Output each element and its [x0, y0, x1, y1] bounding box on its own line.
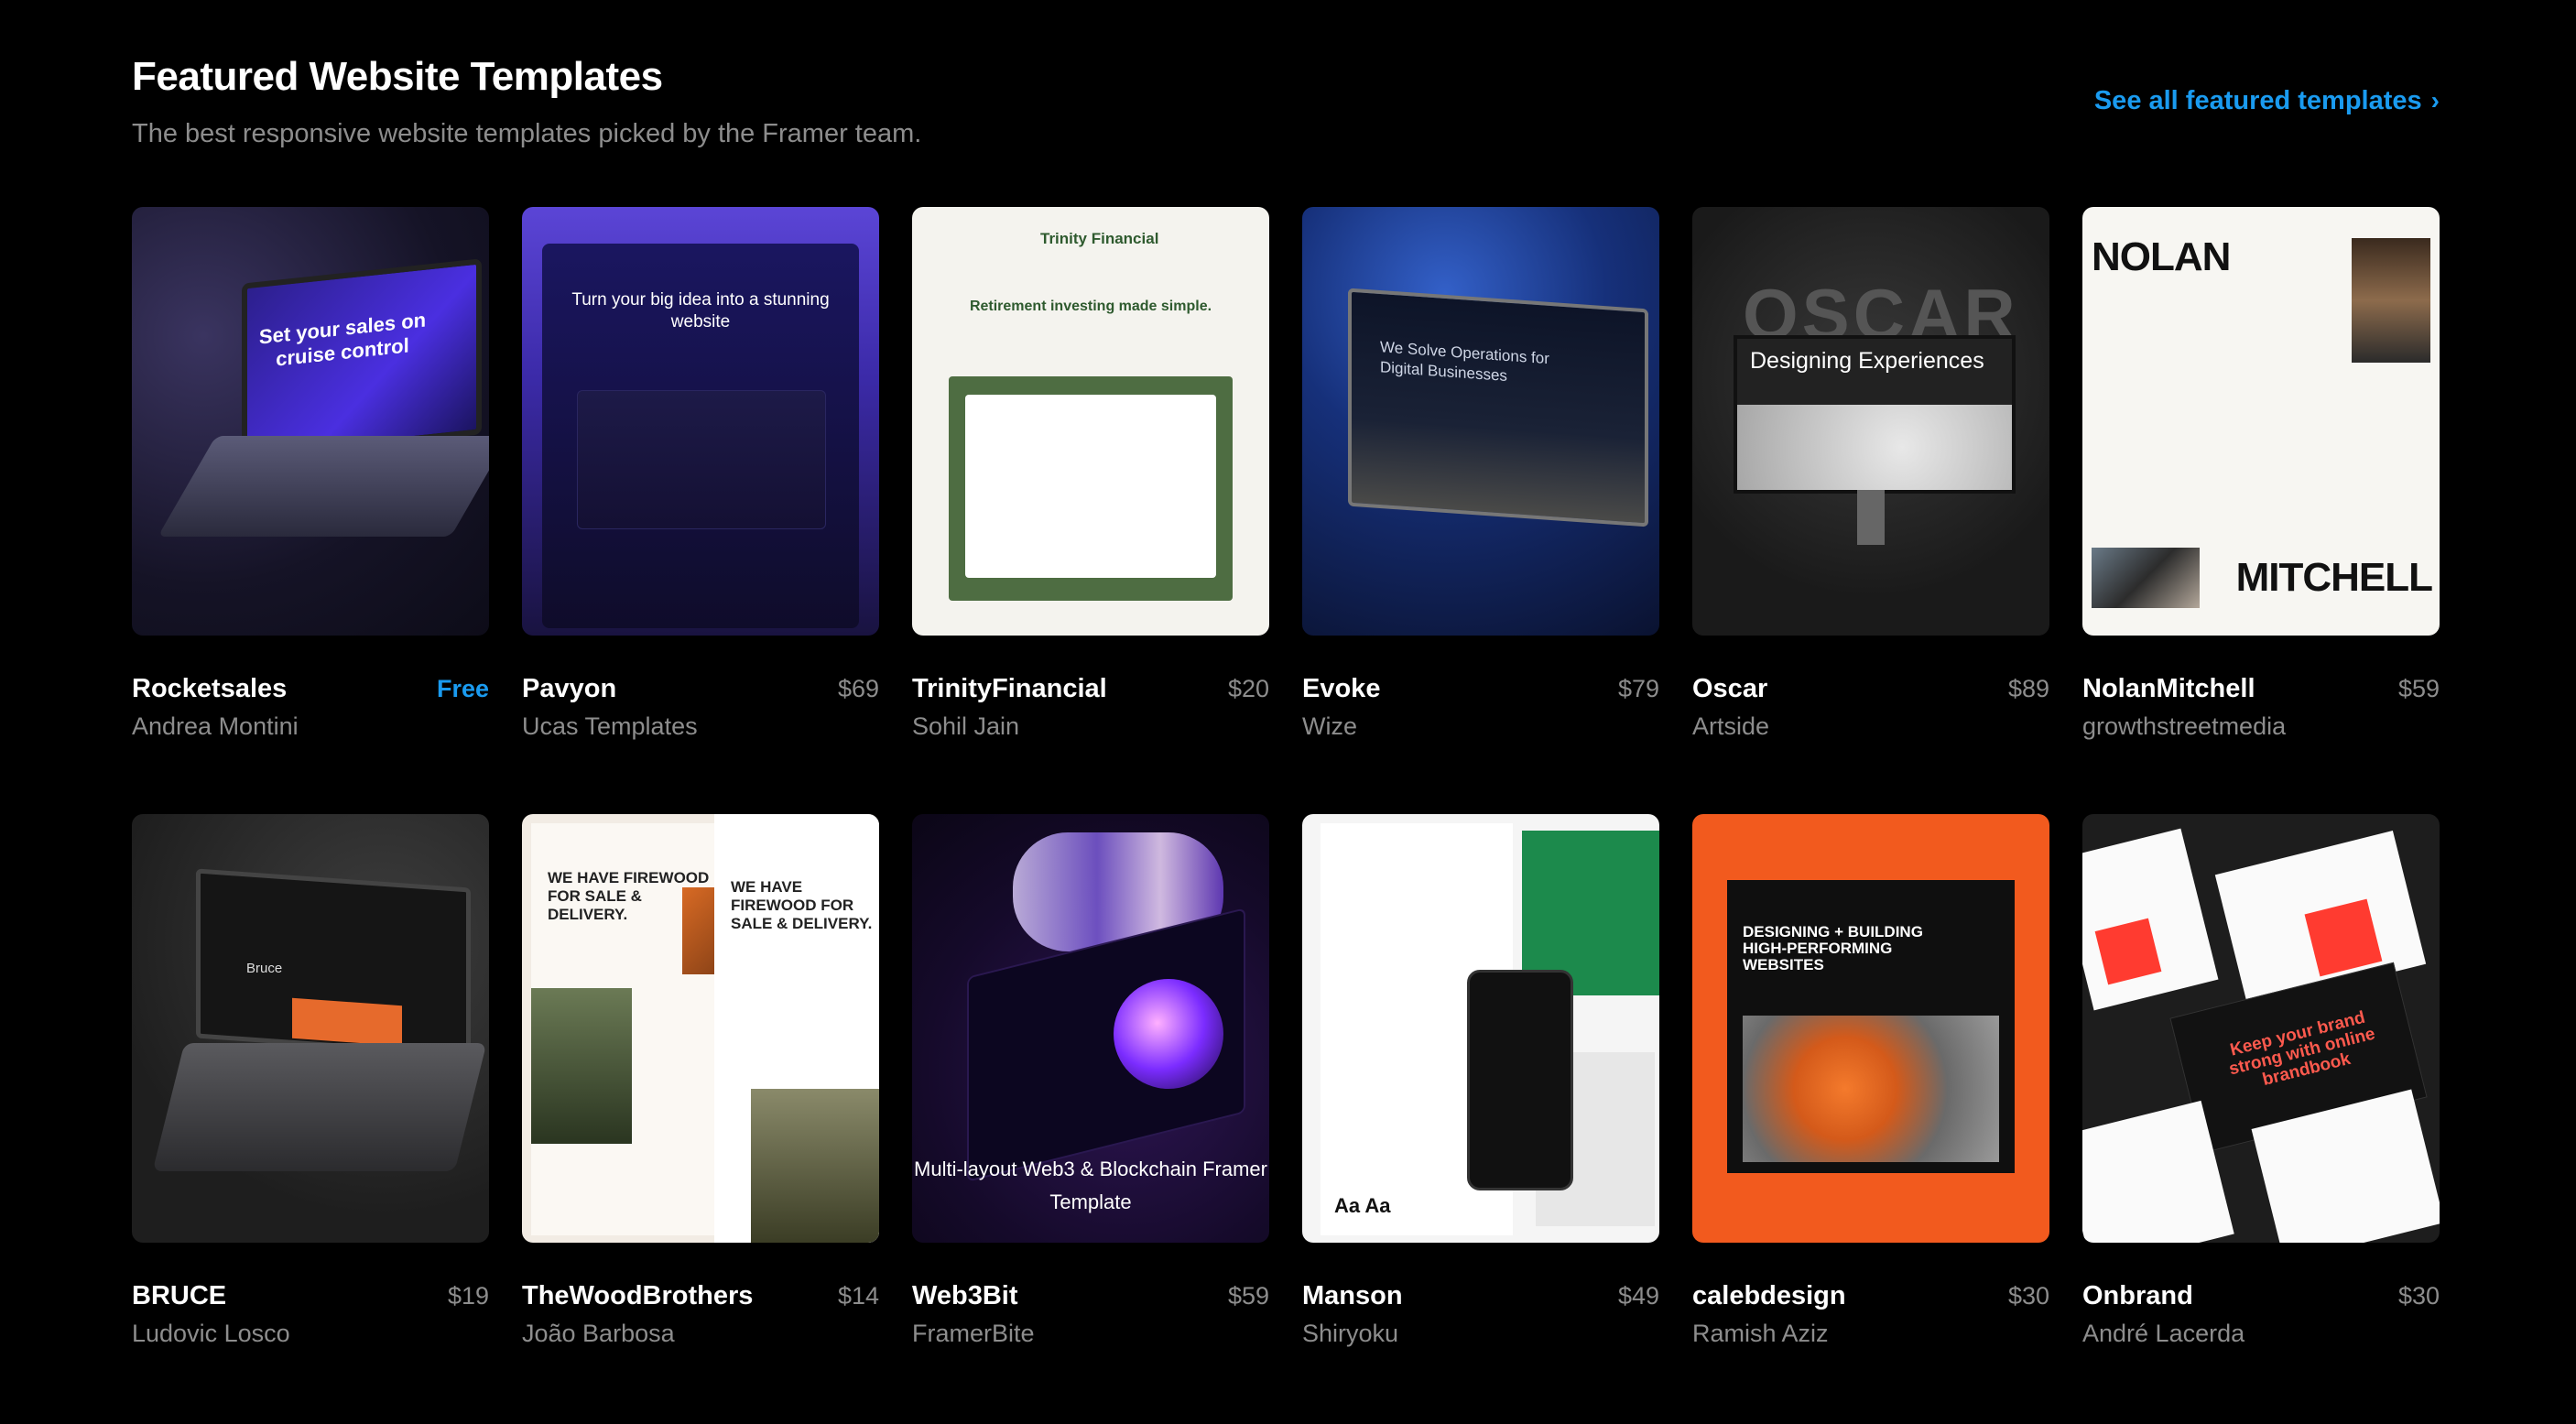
- template-author[interactable]: André Lacerda: [2082, 1316, 2244, 1351]
- template-card-pavyon[interactable]: Turn your big idea into a stunning websi…: [522, 207, 879, 814]
- chevron-right-icon: ›: [2430, 86, 2440, 114]
- laptop-keyboard: [152, 1043, 487, 1171]
- template-price: $30: [2397, 1282, 2440, 1310]
- thumbnail-headline: Turn your big idea into a stunning websi…: [571, 290, 830, 332]
- monitor-screen: Designing Experiences: [1734, 335, 2016, 494]
- thumbnail-headline: DESIGNING + BUILDING HIGH-PERFORMING WEB…: [1743, 923, 1923, 973]
- template-card-evoke[interactable]: We Solve Operations for Digital Business…: [1302, 207, 1659, 814]
- template-author[interactable]: Andrea Montini: [132, 709, 299, 744]
- portrait-photo: [1743, 1016, 1999, 1162]
- screen-image: [1737, 405, 2012, 490]
- template-card-onbrand[interactable]: Keep your brand strong with online brand…: [2082, 814, 2440, 1361]
- chart-card-preview: [965, 395, 1216, 578]
- phone-mockup: [1467, 970, 1573, 1190]
- thumbnail-wordmark-top: NOLAN: [2092, 234, 2231, 279]
- thumbnail-caption: Multi-layout Web3 & Blockchain Framer Te…: [914, 1158, 1267, 1213]
- template-name[interactable]: Pavyon: [522, 670, 616, 707]
- template-name[interactable]: Evoke: [1302, 670, 1380, 707]
- template-author[interactable]: Sohil Jain: [912, 709, 1019, 744]
- template-name[interactable]: Web3Bit: [912, 1277, 1017, 1314]
- template-author[interactable]: FramerBite: [912, 1316, 1035, 1351]
- template-author[interactable]: Shiryoku: [1302, 1316, 1398, 1351]
- thumbnail-logo: Trinity Financial: [1040, 230, 1159, 247]
- monitor-stand: [1857, 490, 1885, 545]
- template-thumbnail[interactable]: Set your sales on cruise control: [132, 207, 489, 636]
- template-thumbnail[interactable]: WE HAVE FIREWOOD FOR SALE & DELIVERY. WE…: [522, 814, 879, 1243]
- building-photo: [2092, 548, 2200, 608]
- template-card-oscar[interactable]: OSCAR Designing Experiences Oscar $89 Ar…: [1692, 207, 2049, 814]
- page-preview: [2082, 828, 2219, 1011]
- template-thumbnail[interactable]: OSCAR Designing Experiences: [1692, 207, 2049, 636]
- template-price: $30: [2007, 1282, 2049, 1310]
- template-name[interactable]: Onbrand: [2082, 1277, 2193, 1314]
- template-thumbnail[interactable]: Multi-layout Web3 & Blockchain Framer Te…: [912, 814, 1269, 1243]
- template-card-trinityfinancial[interactable]: Trinity Financial Retirement investing m…: [912, 207, 1269, 814]
- thumbnail-headline-secondary: WE HAVE FIREWOOD FOR SALE & DELIVERY.: [731, 878, 873, 932]
- glowing-orb: [1114, 979, 1223, 1089]
- laptop-keyboard: [158, 436, 489, 537]
- interior-photo: [2352, 238, 2430, 363]
- template-thumbnail[interactable]: We Solve Operations for Digital Business…: [1302, 207, 1659, 636]
- template-card-web3bit[interactable]: Multi-layout Web3 & Blockchain Framer Te…: [912, 814, 1269, 1361]
- template-name[interactable]: BRUCE: [132, 1277, 226, 1314]
- template-author[interactable]: Ramish Aziz: [1692, 1316, 1829, 1351]
- template-author[interactable]: Wize: [1302, 709, 1357, 744]
- page-title: Featured Website Templates: [132, 54, 663, 99]
- template-name[interactable]: TrinityFinancial: [912, 670, 1107, 707]
- template-grid: Set your sales on cruise control Rockets…: [132, 207, 2440, 1361]
- template-price: $79: [1617, 675, 1659, 702]
- template-price: $20: [1227, 675, 1269, 702]
- template-thumbnail[interactable]: Keep your brand strong with online brand…: [2082, 814, 2440, 1243]
- template-author[interactable]: Ludovic Losco: [132, 1316, 290, 1351]
- template-card-rocketsales[interactable]: Set your sales on cruise control Rockets…: [132, 207, 489, 814]
- template-name[interactable]: Manson: [1302, 1277, 1403, 1314]
- template-price: $14: [837, 1282, 879, 1310]
- template-thumbnail[interactable]: Aa Aa: [1302, 814, 1659, 1243]
- thumbnail-label: Bruce: [246, 961, 283, 976]
- page-subtitle: The best responsive website templates pi…: [132, 119, 922, 148]
- see-all-label: See all featured templates: [2093, 86, 2422, 115]
- template-name[interactable]: calebdesign: [1692, 1277, 1846, 1314]
- section-header: Featured Website Templates The best resp…: [132, 49, 2440, 159]
- template-author[interactable]: growthstreetmedia: [2082, 709, 2286, 744]
- template-card-nolanmitchell[interactable]: NOLAN MITCHELL NolanMitchell $59 growths…: [2082, 207, 2440, 814]
- template-price: $89: [2007, 675, 2049, 702]
- template-card-calebdesign[interactable]: DESIGNING + BUILDING HIGH-PERFORMING WEB…: [1692, 814, 2049, 1361]
- template-price: Free: [436, 675, 489, 702]
- see-all-featured-link[interactable]: See all featured templates ›: [2094, 82, 2440, 119]
- template-thumbnail[interactable]: DESIGNING + BUILDING HIGH-PERFORMING WEB…: [1692, 814, 2049, 1243]
- template-card-manson[interactable]: Aa Aa Manson $49 Shiryoku: [1302, 814, 1659, 1361]
- template-name[interactable]: Rocketsales: [132, 670, 287, 707]
- template-thumbnail[interactable]: NOLAN MITCHELL: [2082, 207, 2440, 636]
- dashboard-chart-preview: [577, 390, 826, 529]
- thumbnail-wordmark-bottom: MITCHELL: [2235, 555, 2433, 600]
- forest-photo: [531, 988, 632, 1144]
- laptop-screen: [1348, 288, 1648, 527]
- template-thumbnail[interactable]: Turn your big idea into a stunning websi…: [522, 207, 879, 636]
- thumbnail-headline: Designing Experiences: [1750, 348, 1984, 374]
- template-thumbnail[interactable]: Bruce: [132, 814, 489, 1243]
- template-name[interactable]: NolanMitchell: [2082, 670, 2255, 707]
- typography-sample: Aa Aa: [1334, 1194, 1391, 1217]
- template-thumbnail[interactable]: Trinity Financial Retirement investing m…: [912, 207, 1269, 636]
- forest-photo: [751, 1089, 879, 1243]
- template-price: $49: [1617, 1282, 1659, 1310]
- template-price: $19: [447, 1282, 489, 1310]
- template-card-thewoodbrothers[interactable]: WE HAVE FIREWOOD FOR SALE & DELIVERY. WE…: [522, 814, 879, 1361]
- orange-tag: [292, 997, 402, 1047]
- template-card-bruce[interactable]: Bruce BRUCE $19 Ludovic Losco: [132, 814, 489, 1361]
- template-price: $59: [2397, 675, 2440, 702]
- template-price: $59: [1227, 1282, 1269, 1310]
- template-author[interactable]: Artside: [1692, 709, 1769, 744]
- template-author[interactable]: Ucas Templates: [522, 709, 698, 744]
- template-name[interactable]: TheWoodBrothers: [522, 1277, 753, 1314]
- template-price: $69: [837, 675, 879, 702]
- template-name[interactable]: Oscar: [1692, 670, 1767, 707]
- thumbnail-headline: Retirement investing made simple.: [969, 299, 1212, 314]
- template-author[interactable]: João Barbosa: [522, 1316, 675, 1351]
